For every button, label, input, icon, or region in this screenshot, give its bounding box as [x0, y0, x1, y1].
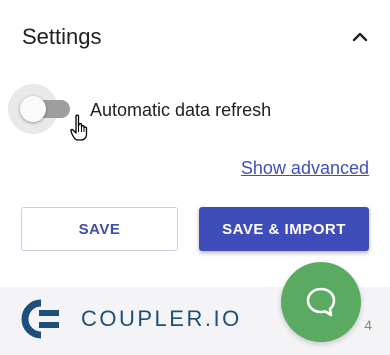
settings-header: Settings [22, 22, 372, 52]
logo-name: COUPLER [81, 306, 205, 331]
show-advanced-link[interactable]: Show advanced [241, 158, 369, 179]
auto-refresh-label: Automatic data refresh [90, 99, 272, 120]
version-text: 4 [364, 317, 372, 333]
logo-text: COUPLER.IO [81, 306, 242, 332]
logo-suffix: .IO [204, 306, 242, 331]
coupler-logo: COUPLER.IO [21, 297, 242, 341]
auto-refresh-toggle[interactable] [8, 82, 88, 141]
chat-bubble-icon [306, 287, 336, 317]
chevron-up-icon[interactable] [348, 25, 372, 49]
save-and-import-button[interactable]: SAVE & IMPORT [199, 207, 369, 251]
toggle-knob [20, 96, 46, 122]
auto-refresh-row: Automatic data refresh [8, 82, 272, 141]
save-button[interactable]: SAVE [21, 207, 178, 251]
coupler-logo-icon [21, 299, 59, 339]
settings-title: Settings [22, 24, 102, 49]
chat-button[interactable] [281, 262, 361, 342]
hand-cursor-icon [70, 114, 88, 141]
